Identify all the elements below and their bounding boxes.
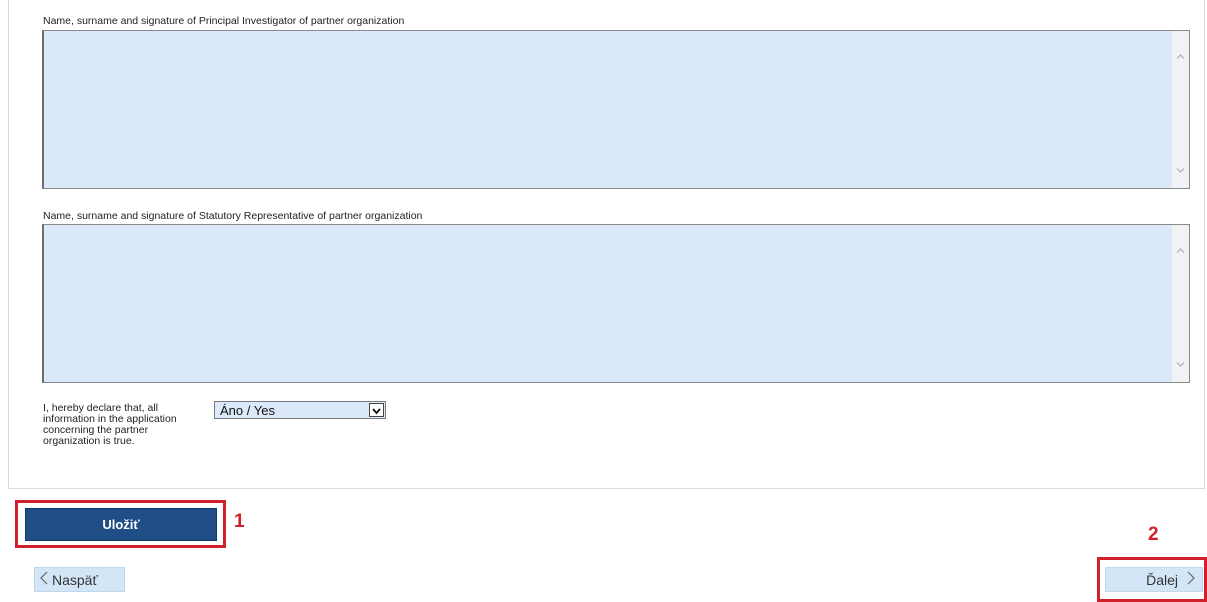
chevron-right-icon: [1186, 570, 1196, 590]
save-button[interactable]: Uložiť: [25, 508, 217, 541]
statutory-signature-label: Name, surname and signature of Statutory…: [43, 210, 423, 222]
next-button[interactable]: Ďalej: [1105, 567, 1203, 592]
back-button-label: Naspäť: [52, 571, 98, 588]
declaration-select-value: Áno / Yes: [220, 403, 275, 418]
scroll-down-icon[interactable]: [1175, 359, 1186, 370]
scroll-down-icon[interactable]: [1175, 165, 1186, 176]
statutory-signature-scrollbar[interactable]: [1171, 225, 1189, 382]
pi-signature-scrollbar[interactable]: [1171, 31, 1189, 188]
declaration-label: I, hereby declare that, all information …: [43, 402, 177, 447]
statutory-signature-textarea[interactable]: [42, 224, 1190, 383]
annotation-marker-2: 2: [1148, 524, 1159, 545]
next-button-label: Ďalej: [1146, 571, 1178, 588]
dropdown-arrow-icon[interactable]: [369, 403, 384, 417]
scroll-up-icon[interactable]: [1175, 245, 1186, 256]
declaration-select[interactable]: Áno / Yes: [214, 401, 386, 419]
back-button[interactable]: Naspäť: [34, 567, 125, 592]
pi-signature-label: Name, surname and signature of Principal…: [43, 15, 405, 27]
annotation-marker-1: 1: [234, 511, 245, 532]
scroll-up-icon[interactable]: [1175, 51, 1186, 62]
pi-signature-textarea[interactable]: [42, 30, 1190, 189]
chevron-left-icon: [39, 570, 49, 590]
